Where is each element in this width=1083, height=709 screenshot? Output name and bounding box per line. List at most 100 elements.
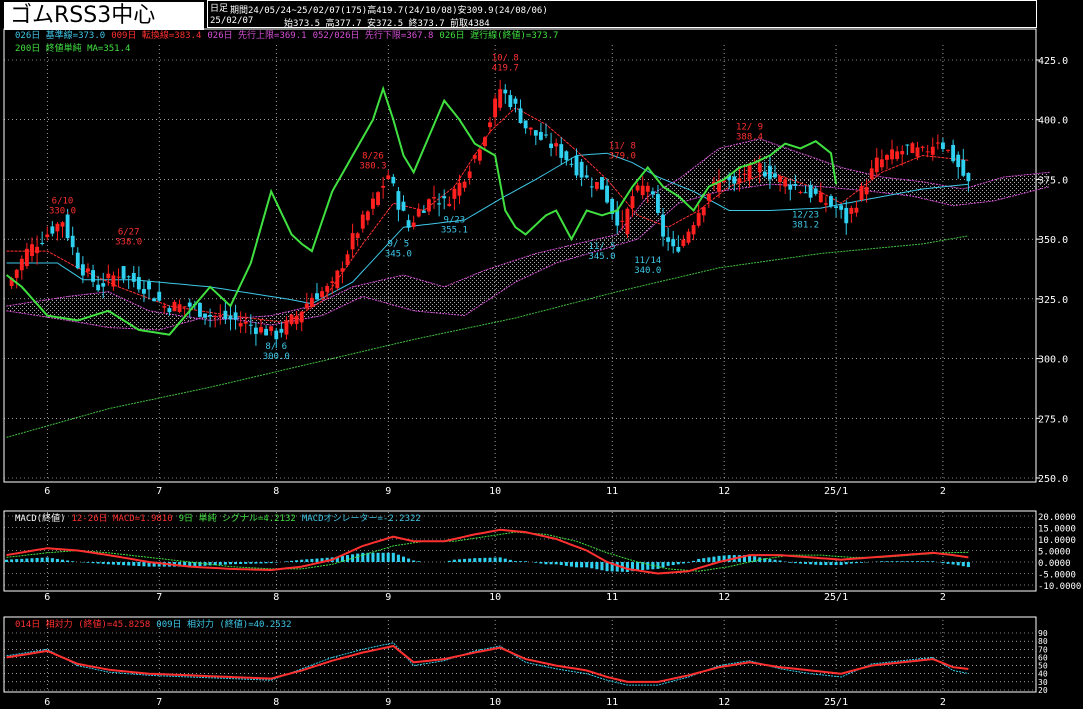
candle-body bbox=[813, 188, 818, 194]
annotation-date: 11/ 5 bbox=[588, 242, 615, 252]
candle-body bbox=[177, 304, 182, 312]
x-month-label: 9 bbox=[385, 486, 391, 497]
annotation-value: 380.3 bbox=[359, 161, 386, 171]
main-legend-item: 026日 遅行線(終値)=373.7 bbox=[439, 29, 558, 41]
rs14-line bbox=[6, 644, 969, 683]
candle-body bbox=[676, 246, 681, 252]
candle-body bbox=[243, 321, 248, 324]
candle-body bbox=[854, 207, 859, 213]
candle-body bbox=[554, 143, 559, 147]
candle-body bbox=[309, 297, 314, 307]
candle-body bbox=[696, 212, 701, 226]
x-month-label: 12 bbox=[718, 486, 730, 497]
candle-body bbox=[788, 184, 793, 190]
candle-body bbox=[106, 273, 111, 279]
candle-body bbox=[50, 226, 55, 234]
candle-body bbox=[294, 315, 299, 324]
candle-body bbox=[885, 155, 889, 160]
annotation-value: 379.0 bbox=[609, 152, 636, 162]
candle-body bbox=[844, 207, 849, 224]
candle-body bbox=[24, 248, 29, 267]
candle-body bbox=[340, 268, 345, 272]
annotation-value: 381.2 bbox=[792, 221, 819, 231]
candle-body bbox=[345, 254, 350, 266]
candle-body bbox=[187, 302, 192, 307]
candle-body bbox=[477, 149, 482, 161]
x-month-label: 25/1 bbox=[824, 697, 848, 708]
candle-body bbox=[472, 155, 477, 159]
candle-body bbox=[762, 171, 767, 177]
x-month-label: 7 bbox=[156, 697, 162, 708]
candle-body bbox=[498, 89, 503, 108]
candle-body bbox=[803, 192, 808, 194]
x-month-label: 8 bbox=[273, 592, 279, 603]
candle-body bbox=[330, 281, 335, 283]
candle-body bbox=[895, 151, 900, 160]
candle-body bbox=[757, 163, 762, 173]
candle-body bbox=[365, 211, 370, 221]
candle-body bbox=[589, 186, 594, 188]
candle-body bbox=[783, 179, 788, 187]
candle-body bbox=[859, 186, 864, 200]
candle-body bbox=[523, 120, 528, 129]
candle-body bbox=[182, 306, 187, 308]
candle-body bbox=[869, 168, 874, 179]
annotation-value: 345.0 bbox=[588, 252, 615, 262]
candle-body bbox=[605, 185, 609, 203]
annotation-value: 355.1 bbox=[441, 225, 468, 235]
candle-body bbox=[742, 173, 747, 175]
candle-body bbox=[574, 155, 579, 176]
annotation-date: 6/27 bbox=[118, 228, 140, 238]
candle-body bbox=[966, 172, 971, 182]
candle-body bbox=[203, 313, 207, 318]
annotation-date: 9/ 5 bbox=[388, 239, 410, 249]
x-month-label: 2 bbox=[940, 486, 946, 497]
candle-body bbox=[167, 308, 172, 313]
candle-body bbox=[961, 159, 966, 176]
price-tick-label: 400.0 bbox=[1038, 116, 1068, 127]
candle-body bbox=[70, 235, 75, 248]
candle-body bbox=[686, 231, 691, 243]
rs-legend-item: 009日 相対力 (終値)=40.2532 bbox=[156, 618, 291, 630]
candle-body bbox=[157, 291, 162, 301]
candle-body bbox=[197, 302, 202, 317]
annotation-value: 419.7 bbox=[492, 63, 519, 73]
annotation-date: 6/10 bbox=[52, 197, 74, 207]
candle-body bbox=[925, 151, 930, 153]
candle-body bbox=[96, 284, 101, 291]
rs-tick-label: 20 bbox=[1038, 686, 1048, 695]
candle-body bbox=[396, 191, 401, 210]
candle-body bbox=[849, 207, 854, 214]
annotation-value: 300.0 bbox=[263, 352, 290, 362]
candle-body bbox=[666, 237, 671, 242]
candle-body bbox=[635, 185, 640, 191]
candle-body bbox=[386, 175, 391, 179]
candle-body bbox=[208, 314, 213, 317]
span-a-line bbox=[6, 138, 1050, 321]
candle-body bbox=[941, 142, 945, 149]
candle-body bbox=[584, 175, 589, 178]
candle-body bbox=[808, 184, 813, 198]
candle-body bbox=[518, 108, 523, 124]
candle-body bbox=[238, 323, 243, 327]
candle-body bbox=[80, 264, 85, 276]
macd-tick-label: 10.0000 bbox=[1038, 536, 1076, 546]
candle-body bbox=[136, 276, 141, 290]
candle-body bbox=[773, 173, 777, 178]
candle-body bbox=[437, 203, 442, 205]
candle-body bbox=[65, 214, 70, 239]
candle-body bbox=[823, 203, 828, 205]
annotation-value: 330.0 bbox=[49, 207, 76, 217]
price-tick-label: 275.0 bbox=[1038, 414, 1068, 425]
x-month-label: 7 bbox=[156, 486, 162, 497]
candle-body bbox=[304, 303, 309, 309]
candle-body bbox=[259, 327, 263, 333]
annotation-value: 338.0 bbox=[115, 238, 142, 248]
candle-body bbox=[544, 134, 548, 136]
x-month-label: 11 bbox=[606, 697, 618, 708]
annotation-date: 12/ 9 bbox=[736, 123, 763, 133]
candle-body bbox=[315, 293, 319, 300]
x-month-label: 11 bbox=[606, 592, 618, 603]
candle-body bbox=[533, 130, 538, 136]
main-legend-item: 026日 基準線=373.0 bbox=[15, 29, 105, 41]
